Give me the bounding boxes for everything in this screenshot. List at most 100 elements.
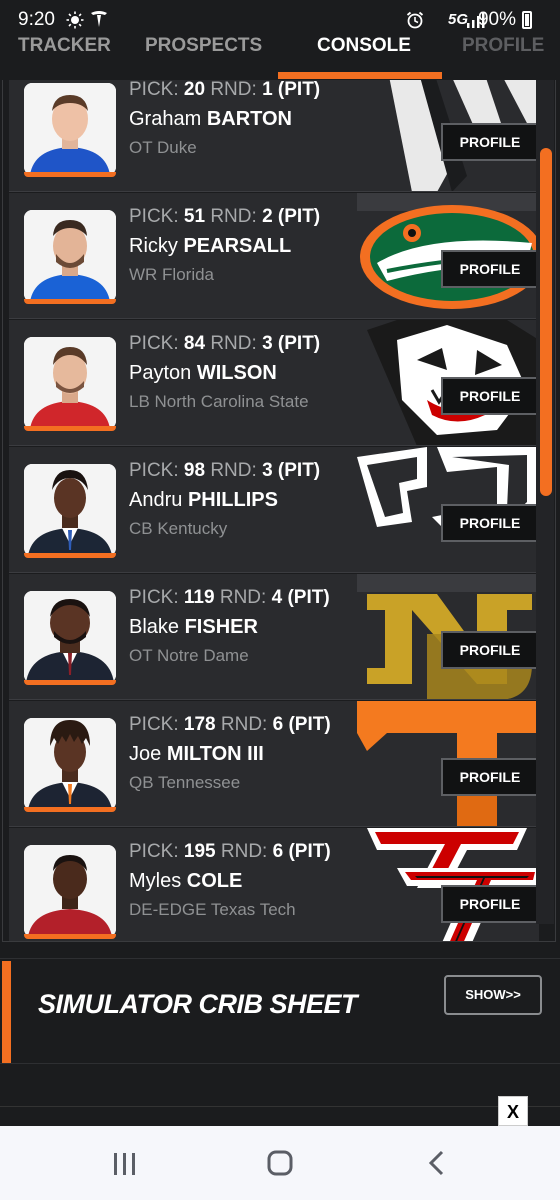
player-name: Ricky PEARSALL [129,235,291,258]
round-label: RND: [210,80,257,100]
divider [0,1106,560,1107]
alarm-icon [406,11,424,29]
pick-card: PICK: 84 RND: 3 (PIT) Payton WILSON LB N… [9,320,539,446]
headshot-accent-bar [24,426,116,431]
round-number: 2 [262,206,273,227]
team-abbrev: (PIT) [287,587,330,608]
pick-number: 178 [183,714,216,735]
battery-icon [522,11,532,29]
pick-number: 51 [183,206,206,227]
tab-tracker[interactable]: TRACKER [18,36,111,80]
last-name: PEARSALL [183,235,292,257]
profile-button[interactable]: PROFILE [441,377,539,415]
active-tab-indicator [278,72,442,79]
round-number: 6 [272,841,284,862]
player-name: Joe MILTON III [129,743,264,766]
profile-button[interactable]: PROFILE [441,631,539,669]
home-icon[interactable] [260,1146,300,1182]
first-name: Andru [129,489,183,511]
last-name: PHILLIPS [187,489,278,511]
player-name: Myles COLE [129,870,242,893]
tesla-icon [91,11,107,27]
round-number: 3 [262,333,273,354]
headshot-accent-bar [24,172,116,177]
position-school: OT Notre Dame [129,646,249,665]
player-headshot [24,845,116,937]
first-name: Joe [129,743,162,765]
show-button[interactable]: SHOW>> [444,975,542,1015]
ad-close-button[interactable]: X [498,1096,528,1126]
last-name: FISHER [184,616,258,638]
headshot-accent-bar [24,680,116,685]
round-number: 4 [271,587,283,608]
headshot-accent-bar [24,299,116,304]
pick-card: PICK: 178 RND: 6 (PIT) Joe MILTON III QB… [9,701,539,827]
network-type: 5G [447,11,468,28]
pick-number: 195 [183,841,216,862]
first-name: Blake [129,616,180,638]
player-headshot [24,337,116,429]
profile-button[interactable]: PROFILE [441,123,539,161]
round-label: RND: [210,206,257,227]
back-icon[interactable] [418,1146,458,1182]
position-school: CB Kentucky [129,519,228,538]
headshot-accent-bar [24,553,116,558]
pick-label: PICK: [129,587,179,608]
first-name: Payton [129,362,192,384]
round-label: RND: [220,841,268,862]
pick-label: PICK: [129,841,179,862]
first-name: Graham [129,108,202,130]
pick-label: PICK: [129,460,179,481]
position-school: OT Duke [129,138,197,157]
team-abbrev: (PIT) [277,206,321,227]
last-name: MILTON III [166,743,264,765]
round-label: RND: [210,460,257,481]
team-abbrev: (PIT) [288,714,331,735]
profile-button[interactable]: PROFILE [441,504,539,542]
pick-number: 20 [183,80,206,100]
position-school: QB Tennessee [129,773,241,792]
player-headshot [24,83,116,175]
pick-card: PICK: 51 RND: 2 (PIT) Ricky PEARSALL WR … [9,193,539,319]
profile-button[interactable]: PROFILE [441,250,539,288]
scrollbar-thumb[interactable] [540,148,552,496]
position-school: DE-EDGE Texas Tech [129,900,296,919]
crib-accent-bar [2,961,11,1063]
last-name: COLE [186,870,243,892]
tab-profile[interactable]: PROFILE [462,36,544,80]
round-label: RND: [210,333,257,354]
pick-info: PICK: 84 RND: 3 (PIT) [129,333,320,355]
pick-info: PICK: 20 RND: 1 (PIT) [129,80,320,101]
team-abbrev: (PIT) [277,460,321,481]
team-abbrev: (PIT) [277,333,321,354]
recent-apps-icon[interactable] [104,1146,144,1182]
round-number: 1 [262,80,273,100]
team-abbrev: (PIT) [277,80,321,100]
round-number: 3 [262,460,273,481]
player-name: Andru PHILLIPS [129,489,278,512]
pick-info: PICK: 195 RND: 6 (PIT) [129,841,331,863]
draft-picks-list[interactable]: PICK: 20 RND: 1 (PIT) Graham BARTON OT D… [2,80,556,942]
pick-card: PICK: 98 RND: 3 (PIT) Andru PHILLIPS CB … [9,447,539,573]
page-footer-strip [0,1064,560,1126]
player-headshot [24,464,116,556]
pick-card: PICK: 119 RND: 4 (PIT) Blake FISHER OT N… [9,574,539,700]
profile-button[interactable]: PROFILE [441,758,539,796]
headshot-accent-bar [24,934,116,939]
first-name: Ricky [129,235,178,257]
system-nav-bar [0,1126,560,1200]
profile-button[interactable]: PROFILE [441,885,539,923]
crib-sheet-panel: SIMULATOR CRIB SHEET SHOW>> [0,958,560,1064]
tab-prospects[interactable]: PROSPECTS [145,36,262,80]
pick-number: 119 [183,587,215,608]
pick-info: PICK: 98 RND: 3 (PIT) [129,460,320,482]
status-time: 9:20 [18,9,55,30]
team-abbrev: (PIT) [288,841,331,862]
pick-label: PICK: [129,206,179,227]
player-name: Payton WILSON [129,362,277,385]
pick-label: PICK: [129,714,179,735]
player-name: Blake FISHER [129,616,258,639]
pick-card: PICK: 195 RND: 6 (PIT) Myles COLE DE-EDG… [9,828,539,941]
last-name: WILSON [196,362,277,384]
position-school: LB North Carolina State [129,392,309,411]
